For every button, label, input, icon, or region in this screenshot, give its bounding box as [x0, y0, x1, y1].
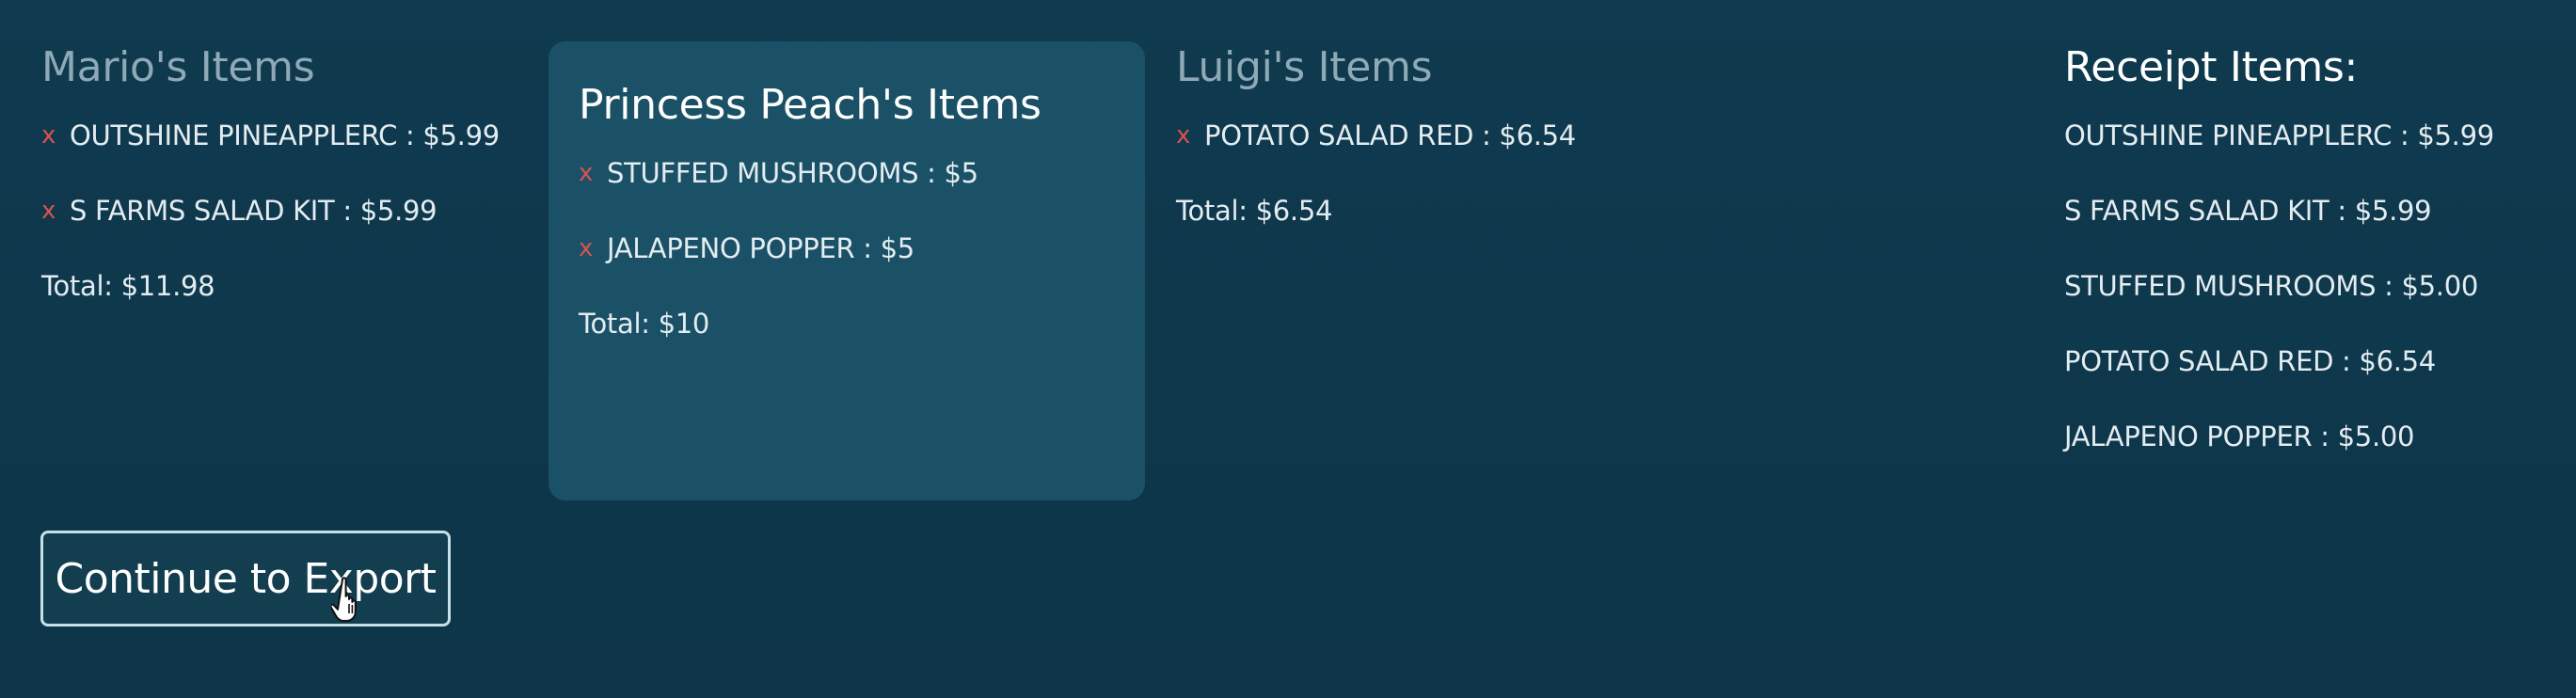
continue-to-export-button[interactable]: Continue to Export	[40, 531, 451, 627]
peach-items-title: Princess Peach's Items	[579, 81, 1042, 129]
list-item: x S FARMS SALAD KIT : $5.99	[41, 192, 531, 230]
mario-total: Total: $11.98	[41, 270, 215, 302]
item-label: JALAPENO POPPER : $5	[607, 232, 914, 264]
remove-item-button[interactable]: x	[41, 117, 70, 154]
luigi-items-list: x POTATO SALAD RED : $6.54	[1176, 117, 1741, 154]
receipt-item[interactable]: STUFFED MUSHROOMS : $5.00	[2064, 267, 2553, 305]
item-label: POTATO SALAD RED : $6.54	[1204, 119, 1576, 151]
peach-items-panel[interactable]: Princess Peach's Items x STUFFED MUSHROO…	[549, 41, 1145, 500]
item-label: OUTSHINE PINEAPPLERC : $5.99	[70, 119, 500, 151]
receipt-item[interactable]: JALAPENO POPPER : $5.00	[2064, 418, 2553, 455]
hand-pointer-icon	[331, 577, 357, 622]
receipt-items-panel: Receipt Items: OUTSHINE PINEAPPLERC : $5…	[2064, 41, 2553, 493]
mario-items-panel[interactable]: Mario's Items x OUTSHINE PINEAPPLERC : $…	[41, 41, 531, 305]
receipt-item[interactable]: POTATO SALAD RED : $6.54	[2064, 342, 2553, 380]
luigi-items-panel[interactable]: Luigi's Items x POTATO SALAD RED : $6.54…	[1176, 41, 1741, 230]
mario-items-list: x OUTSHINE PINEAPPLERC : $5.99 x S FARMS…	[41, 117, 531, 230]
remove-item-button[interactable]: x	[579, 154, 607, 192]
luigi-items-title: Luigi's Items	[1176, 43, 1433, 91]
remove-item-button[interactable]: x	[1176, 117, 1204, 154]
receipt-items-title: Receipt Items:	[2064, 43, 2359, 91]
receipt-item[interactable]: OUTSHINE PINEAPPLERC : $5.99	[2064, 117, 2553, 154]
peach-items-list: x STUFFED MUSHROOMS : $5 x JALAPENO POPP…	[579, 154, 1126, 267]
list-item: x OUTSHINE PINEAPPLERC : $5.99	[41, 117, 531, 154]
item-label: STUFFED MUSHROOMS : $5	[607, 157, 978, 189]
mario-items-title: Mario's Items	[41, 43, 315, 91]
list-item: x JALAPENO POPPER : $5	[579, 230, 1126, 267]
list-item: x POTATO SALAD RED : $6.54	[1176, 117, 1741, 154]
item-label: S FARMS SALAD KIT : $5.99	[70, 195, 437, 227]
list-item: x STUFFED MUSHROOMS : $5	[579, 154, 1126, 192]
receipt-items-list: OUTSHINE PINEAPPLERC : $5.99 S FARMS SAL…	[2064, 117, 2553, 455]
peach-total: Total: $10	[579, 308, 710, 340]
receipt-item[interactable]: S FARMS SALAD KIT : $5.99	[2064, 192, 2553, 230]
luigi-total: Total: $6.54	[1176, 195, 1333, 227]
remove-item-button[interactable]: x	[41, 192, 70, 230]
remove-item-button[interactable]: x	[579, 230, 607, 267]
